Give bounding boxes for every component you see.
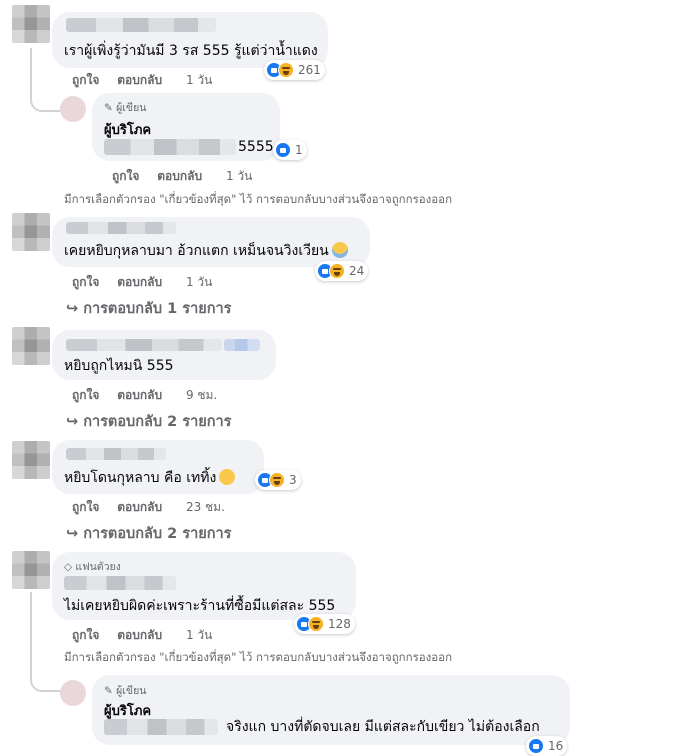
- reply-link[interactable]: ตอบกลับ: [117, 388, 162, 402]
- reaction-summary[interactable]: 3: [255, 470, 301, 490]
- haha-reaction-icon: [308, 616, 324, 632]
- comment-actions: ถูกใจ ตอบกลับ 1 วัน: [72, 273, 212, 292]
- haha-reaction-icon: [278, 62, 294, 78]
- reply-link[interactable]: ตอบกลับ: [117, 73, 162, 87]
- reply-link[interactable]: ตอบกลับ: [157, 169, 202, 183]
- crying-emoji-icon: [331, 242, 348, 258]
- comment-actions: ถูกใจ ตอบกลับ 1 วัน: [112, 167, 252, 186]
- like-link[interactable]: ถูกใจ: [72, 628, 99, 642]
- view-replies-link[interactable]: ↪ การตอบกลับ 1 รายการ: [66, 297, 231, 320]
- reaction-summary[interactable]: 16: [526, 736, 568, 756]
- comment-actions: ถูกใจ ตอบกลับ 1 วัน: [72, 626, 212, 645]
- redacted-author-name: [66, 18, 216, 32]
- reply-arrow-icon: ↪: [66, 301, 79, 317]
- like-reaction-icon: [528, 738, 544, 754]
- like-link[interactable]: ถูกใจ: [72, 73, 99, 87]
- like-link[interactable]: ถูกใจ: [112, 169, 139, 183]
- like-link[interactable]: ถูกใจ: [72, 275, 99, 289]
- filter-note: มีการเลือกตัวกรอง "เกี่ยวข้องที่สุด" ไว้…: [64, 192, 453, 206]
- reply-link[interactable]: ตอบกลับ: [117, 275, 162, 289]
- avatar[interactable]: [12, 327, 50, 365]
- comment-text: เคยหยิบกุหลาบมา อ้วกแตก เหม็นจนวิงเวียน: [64, 242, 348, 260]
- avatar[interactable]: [60, 96, 86, 122]
- reaction-count: 16: [548, 739, 564, 753]
- haha-reaction-icon: [329, 263, 345, 279]
- timestamp[interactable]: 1 วัน: [226, 169, 252, 183]
- comment-text: ไม่เคยหยิบผิดค่ะเพราะร้านที่ซื้อมีแต่สละ…: [64, 598, 336, 614]
- redacted-author-name: [224, 339, 260, 351]
- author-badge: ผู้เขียน: [116, 102, 147, 114]
- author-name[interactable]: ผู้บริโภค: [104, 700, 151, 721]
- comment-actions: ถูกใจ ตอบกลับ 23 ชม.: [72, 498, 225, 517]
- timestamp[interactable]: 1 วัน: [186, 73, 212, 87]
- thread-line: [30, 48, 60, 112]
- reaction-count: 3: [289, 473, 297, 487]
- timestamp[interactable]: 9 ชม.: [186, 388, 217, 402]
- reaction-summary[interactable]: 128: [294, 614, 355, 634]
- reaction-summary[interactable]: 1: [273, 140, 307, 160]
- sad-emoji-icon: [219, 469, 236, 485]
- comment-text: หยิบถูกไหมนิ 555: [64, 358, 174, 374]
- like-link[interactable]: ถูกใจ: [72, 500, 99, 514]
- reply-bubble: ✎ ผู้เขียน ผู้บริโภค จริงแก บางที่ตัดจบเ…: [92, 675, 570, 745]
- author-badge: ผู้เขียน: [116, 685, 147, 697]
- timestamp[interactable]: 1 วัน: [186, 628, 212, 642]
- comment-text: เราผู้เพิ่งรู้ว่ามันมี 3 รส 555 รู้แต่ว่…: [64, 43, 318, 59]
- reaction-count: 24: [349, 264, 365, 278]
- redacted-author-name: [66, 222, 176, 234]
- like-reaction-icon: [275, 142, 291, 158]
- filter-note: มีการเลือกตัวกรอง "เกี่ยวข้องที่สุด" ไว้…: [64, 650, 453, 664]
- avatar[interactable]: [12, 5, 50, 43]
- timestamp[interactable]: 1 วัน: [186, 275, 212, 289]
- redacted-author-name: [64, 576, 176, 590]
- reaction-count: 261: [298, 63, 321, 77]
- reply-bubble: ✎ ผู้เขียน ผู้บริโภค 5555: [92, 93, 280, 161]
- comment-text: 5555: [238, 139, 274, 155]
- reply-arrow-icon: ↪: [66, 414, 79, 430]
- avatar[interactable]: [12, 551, 50, 589]
- author-name[interactable]: ผู้บริโภค: [104, 119, 151, 140]
- view-replies-link[interactable]: ↪ การตอบกลับ 2 รายการ: [66, 410, 231, 433]
- reaction-summary[interactable]: 24: [315, 261, 369, 281]
- reaction-summary[interactable]: 261: [264, 60, 325, 80]
- reply-link[interactable]: ตอบกลับ: [117, 500, 162, 514]
- comment-text: จริงแก บางที่ตัดจบเลย มีแต่สละกับเขียว ไ…: [226, 719, 540, 735]
- redacted-text: [104, 139, 236, 155]
- comment-actions: ถูกใจ ตอบกลับ 1 วัน: [72, 71, 212, 90]
- pencil-icon: ✎: [104, 685, 113, 697]
- comment-bubble: หยิบโดนกุหลาบ คือ เททิ้ง: [52, 440, 264, 494]
- comment-bubble: ◇ แฟนตัวยง ไม่เคยหยิบผิดค่ะเพราะร้านที่ซ…: [52, 552, 356, 620]
- comment-bubble: หยิบถูกไหมนิ 555: [52, 330, 276, 380]
- reaction-count: 1: [295, 143, 303, 157]
- timestamp[interactable]: 23 ชม.: [186, 500, 225, 514]
- fan-badge: แฟนตัวยง: [75, 561, 121, 573]
- redacted-text: [104, 719, 218, 735]
- reaction-count: 128: [328, 617, 351, 631]
- thread-line: [30, 592, 60, 692]
- avatar[interactable]: [12, 213, 50, 251]
- pencil-icon: ✎: [104, 102, 113, 114]
- like-link[interactable]: ถูกใจ: [72, 388, 99, 402]
- comment-actions: ถูกใจ ตอบกลับ 9 ชม.: [72, 386, 217, 405]
- redacted-author-name: [66, 339, 222, 351]
- diamond-icon: ◇: [64, 561, 73, 573]
- reply-arrow-icon: ↪: [66, 526, 79, 542]
- haha-reaction-icon: [269, 472, 285, 488]
- avatar[interactable]: [12, 441, 50, 479]
- comment-bubble: เคยหยิบกุหลาบมา อ้วกแตก เหม็นจนวิงเวียน: [52, 217, 370, 267]
- comment-text: หยิบโดนกุหลาบ คือ เททิ้ง: [64, 469, 236, 487]
- redacted-author-name: [66, 448, 166, 460]
- avatar[interactable]: [60, 680, 86, 706]
- view-replies-link[interactable]: ↪ การตอบกลับ 2 รายการ: [66, 522, 231, 545]
- reply-link[interactable]: ตอบกลับ: [117, 628, 162, 642]
